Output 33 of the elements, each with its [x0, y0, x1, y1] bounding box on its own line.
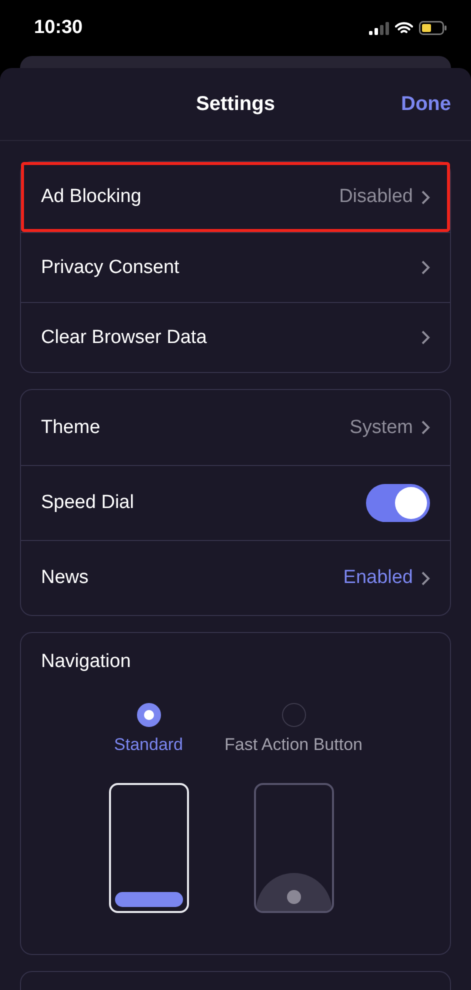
toggle-switch[interactable]: [366, 484, 430, 522]
row-label: Privacy Consent: [41, 256, 180, 278]
chevron-icon: [421, 190, 430, 204]
option-label[interactable]: Standard: [114, 735, 184, 755]
fab-icon: [256, 871, 332, 911]
row-label: Theme: [41, 416, 102, 438]
row-label: Clear Browser Data: [41, 326, 208, 348]
radio-button[interactable]: [282, 703, 306, 727]
settings-row[interactable]: Privacy Consent: [21, 232, 450, 302]
chevron-icon: [421, 420, 430, 435]
row-label: News: [41, 567, 90, 589]
option-label[interactable]: Fast Action Button: [224, 735, 362, 755]
done-button[interactable]: Done: [401, 92, 451, 116]
chevron-icon: [421, 330, 430, 345]
wifi-icon: [395, 22, 413, 34]
settings-row[interactable]: Ad Blocking Disabled: [21, 162, 450, 232]
chevron-icon: [421, 260, 430, 275]
radio-button[interactable]: [136, 703, 161, 727]
settings-row[interactable]: News Enabled: [21, 540, 450, 615]
section-title: Navigation: [41, 651, 132, 673]
status-time: 10:30: [34, 17, 83, 39]
settings-row[interactable]: Theme System: [21, 390, 450, 465]
settings-row[interactable]: Clear Browser Data: [21, 302, 450, 372]
settings-row[interactable]: Speed Dial: [21, 465, 450, 540]
signal-icon: [369, 22, 389, 34]
battery-icon: [419, 21, 447, 35]
row-value: System: [350, 416, 413, 438]
chevron-icon: [421, 570, 430, 586]
screen-title: Settings: [196, 92, 275, 116]
row-label: Ad Blocking: [41, 186, 142, 208]
row-value: Disabled: [339, 186, 413, 208]
row-value: Enabled: [343, 567, 413, 589]
row-label: Speed Dial: [41, 492, 135, 514]
